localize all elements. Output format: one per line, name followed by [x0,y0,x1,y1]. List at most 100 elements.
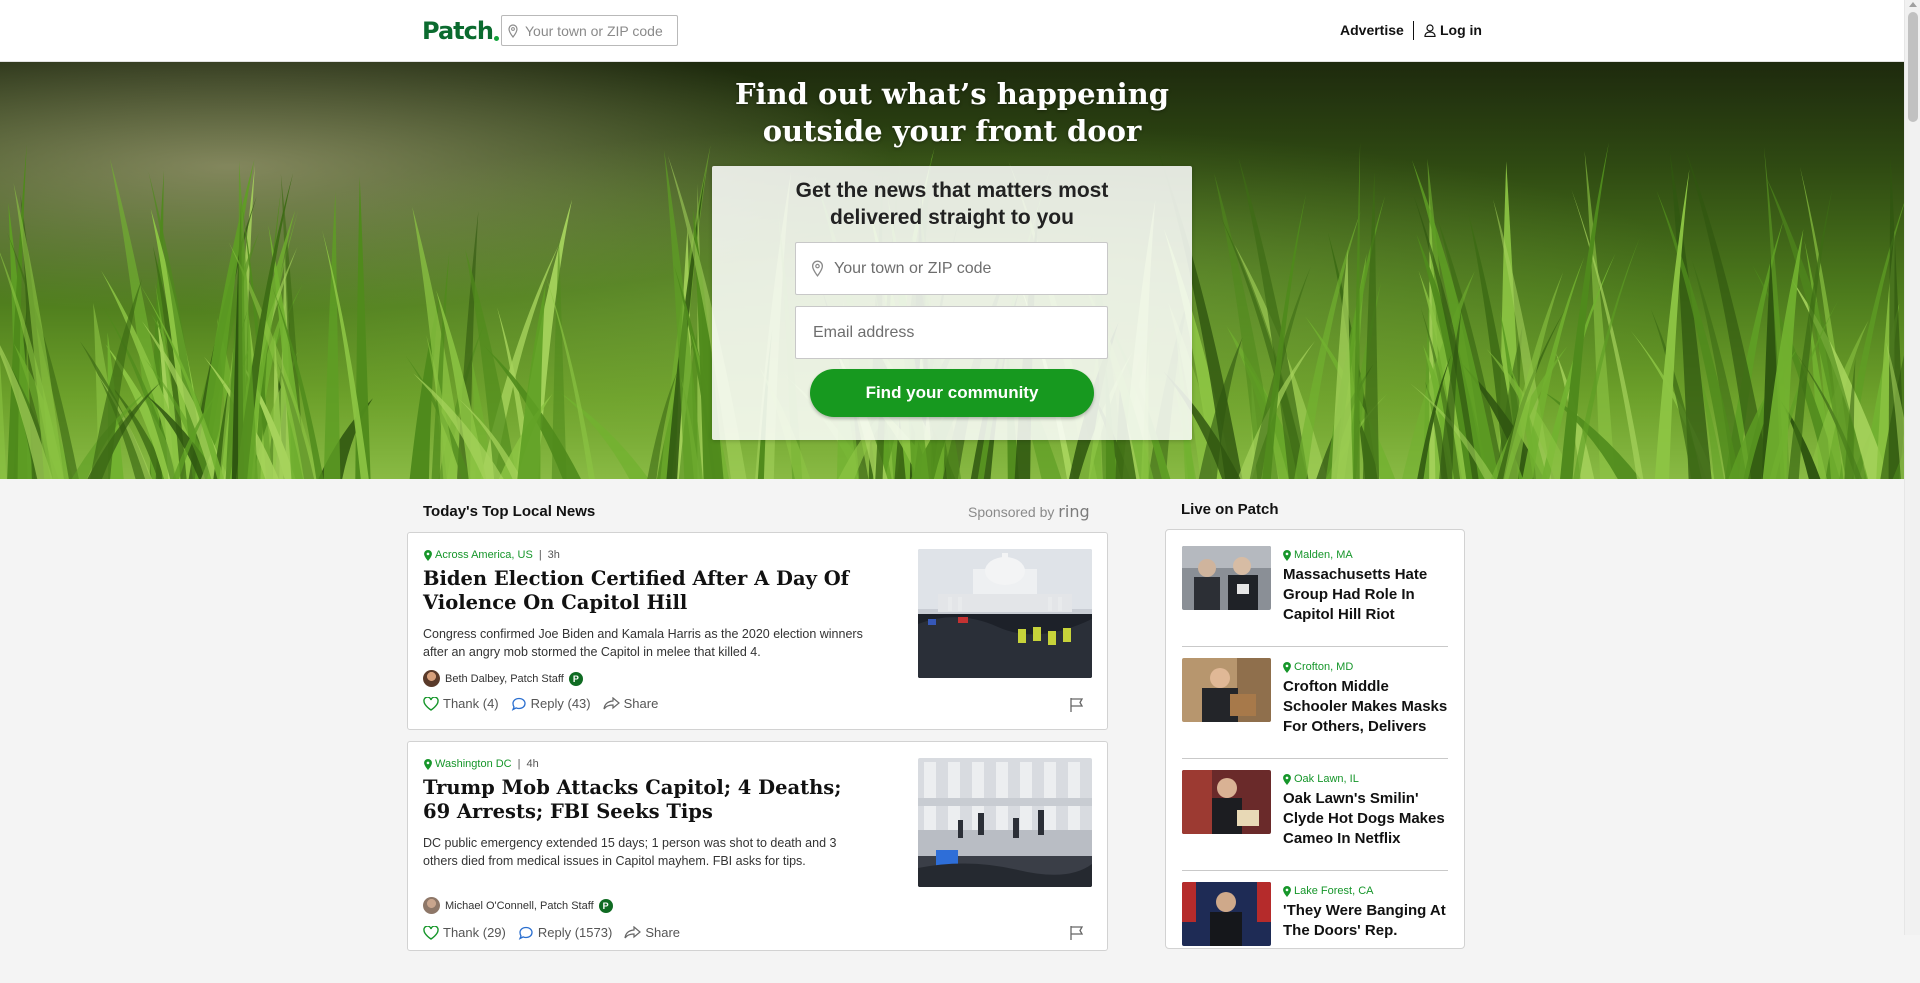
article-author[interactable]: Michael O'Connell, Patch Staff P [423,897,613,914]
article-thumbnail[interactable] [918,758,1092,887]
thank-label: Thank (4) [443,696,499,711]
author-name: Michael O'Connell, Patch Staff [445,899,594,912]
live-item-title[interactable]: Massachusetts Hate Group Had Role In Cap… [1283,565,1449,625]
article-time: 3h [547,549,560,561]
flag-icon[interactable] [1069,925,1085,941]
article-location[interactable]: Across America, US | 3h [424,549,560,561]
article-description: Congress confirmed Joe Biden and Kamala … [423,627,863,659]
login-link[interactable]: Log in [1424,22,1482,38]
news-photo [1182,546,1271,610]
live-item[interactable]: Crofton, MD Crofton Middle Schooler Make… [1182,658,1448,759]
patch-staff-badge-icon: P [598,898,613,913]
advertise-link[interactable]: Advertise [1340,22,1404,38]
live-item-title[interactable]: Oak Lawn's Smilin' Clyde Hot Dogs Makes … [1283,789,1449,849]
article-title[interactable]: Trump Mob Attacks Capitol; 4 Deaths; 69 … [423,776,853,824]
reply-button[interactable]: Reply (43) [511,696,591,711]
thank-label: Thank (29) [443,925,506,940]
town-zip-input[interactable] [832,258,1092,279]
live-thumbnail[interactable] [1182,882,1271,946]
live-on-patch-panel: Malden, MA Massachusetts Hate Group Had … [1165,529,1465,949]
find-community-button[interactable]: Find your community [810,369,1094,417]
location-pin-icon [1283,661,1291,673]
location-pin-icon [424,758,432,770]
location-pin-icon [424,549,432,561]
live-thumbnail[interactable] [1182,546,1271,610]
location-pin-icon [1283,549,1291,561]
location-pin-icon [1283,885,1291,897]
flag-icon[interactable] [1069,697,1085,713]
location-pin-icon [811,260,824,277]
hero-title: Find out what’s happening outside your f… [0,76,1904,150]
article-title[interactable]: Biden Election Certified After A Day Of … [423,567,853,615]
live-item-title[interactable]: Crofton Middle Schooler Makes Masks For … [1283,677,1449,737]
live-item-location[interactable]: Lake Forest, CA [1283,885,1373,897]
site-header: Patch Advertise Log in [0,0,1904,62]
ring-logo[interactable]: ring [1058,502,1089,521]
email-input[interactable] [811,322,1071,343]
comment-icon [511,697,526,711]
hero-title-line2: outside your front door [762,114,1142,148]
header-location-search[interactable] [501,15,678,46]
article-location[interactable]: Washington DC | 4h [424,758,539,770]
comment-icon [518,926,533,940]
scroll-up-arrow-icon[interactable] [1909,2,1917,7]
live-item-location[interactable]: Oak Lawn, IL [1283,773,1359,785]
live-thumbnail[interactable] [1182,658,1271,722]
article-actions: Thank (4) Reply (43) Share [423,696,658,711]
location-text: Crofton, MD [1294,661,1354,673]
share-button[interactable]: Share [603,696,658,711]
article-time: 4h [526,758,539,770]
town-zip-field[interactable] [795,242,1108,295]
reply-button[interactable]: Reply (1573) [518,925,612,940]
email-field[interactable] [795,306,1108,359]
article-card[interactable]: Washington DC | 4h Trump Mob Attacks Cap… [407,741,1108,951]
share-icon [624,926,642,939]
heart-icon [423,696,439,711]
article-description: DC public emergency extended 15 days; 1 … [423,836,837,868]
header-search-input[interactable] [523,21,673,40]
thank-button[interactable]: Thank (4) [423,696,499,711]
reply-label: Reply (1573) [537,925,613,940]
thank-button[interactable]: Thank (29) [423,925,506,940]
heart-icon [423,925,439,940]
login-label: Log in [1440,22,1482,38]
signup-heading-line2: delivered straight to you [830,206,1074,229]
location-text: Across America, US [435,549,533,561]
live-item-location[interactable]: Crofton, MD [1283,661,1353,673]
article-thumbnail[interactable] [918,549,1092,678]
top-news-heading: Today's Top Local News [423,503,596,520]
reply-label: Reply (43) [530,696,591,711]
share-label: Share [645,925,681,940]
hero-banner: Find out what’s happening outside your f… [0,62,1904,479]
share-button[interactable]: Share [624,925,680,940]
article-author[interactable]: Beth Dalbey, Patch Staff P [423,670,583,687]
location-pin-icon [1283,773,1291,785]
live-thumbnail[interactable] [1182,770,1271,834]
location-pin-icon [508,23,518,38]
user-icon [1424,23,1436,37]
article-card[interactable]: Across America, US | 3h Biden Election C… [407,532,1108,730]
page-scrollbar[interactable] [1904,0,1920,935]
live-item[interactable]: Oak Lawn, IL Oak Lawn's Smilin' Clyde Ho… [1182,770,1448,871]
patch-logo[interactable]: Patch [422,17,499,45]
live-item-location[interactable]: Malden, MA [1283,549,1353,561]
hero-title-line1: Find out what’s happening [734,77,1170,111]
live-item[interactable]: Malden, MA Massachusetts Hate Group Had … [1182,546,1448,647]
article-actions: Thank (29) Reply (1573) Share [423,925,680,940]
capitol-wall-photo [918,758,1092,887]
live-item-title[interactable]: 'They Were Banging At The Doors' Rep. [1283,901,1449,941]
news-photo [1182,658,1271,722]
live-item[interactable]: Lake Forest, CA 'They Were Banging At Th… [1182,882,1448,983]
header-divider [1413,21,1414,40]
share-icon [603,697,620,710]
signup-heading-line1: Get the news that matters most [795,179,1109,202]
sponsored-by-text: Sponsored by [968,504,1055,520]
avatar [423,897,440,914]
location-text: Malden, MA [1294,549,1353,561]
news-photo [1182,882,1271,946]
author-name: Beth Dalbey, Patch Staff [445,672,564,685]
scrollbar-thumb[interactable] [1908,12,1918,122]
location-text: Washington DC [435,758,512,770]
live-on-patch-heading: Live on Patch [1181,501,1279,518]
capitol-riot-photo [918,549,1092,678]
